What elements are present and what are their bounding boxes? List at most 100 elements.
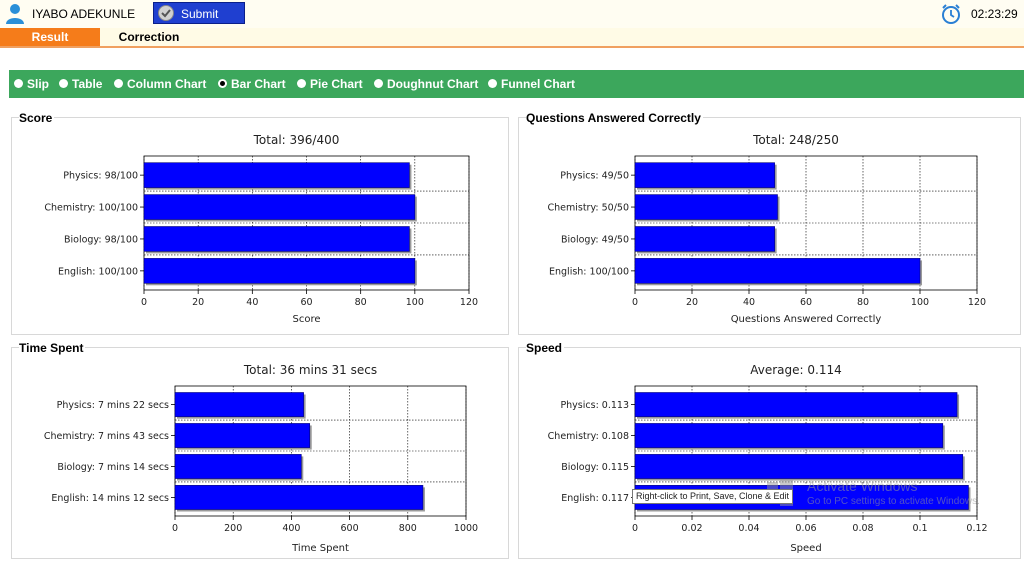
x-tick-label: 0.08 <box>852 523 873 534</box>
bar <box>634 392 958 417</box>
option-bar-chart[interactable]: Bar Chart <box>218 77 286 91</box>
y-category-label: Physics: 0.113 <box>560 400 629 411</box>
speed-panel: Speed Average: 0.114 0 0.02 0.04 0.06 0.08 0.1… <box>518 341 1021 559</box>
x-tick-label: 1000 <box>454 523 478 534</box>
bar <box>634 258 921 284</box>
x-tick-label: 20 <box>192 297 204 308</box>
radio-icon[interactable] <box>488 79 497 88</box>
questions-correct-bar-chart[interactable]: Total: 248/250 0 20 40 60 80 100 120 Physics: 49… <box>519 118 1020 334</box>
x-axis-label: Speed <box>790 543 821 554</box>
y-category-label: Chemistry: 7 mins 43 secs <box>44 431 169 442</box>
chart-context-tooltip: Right-click to Print, Save, Clone & Edit <box>632 489 793 504</box>
panel-title: Questions Answered Correctly <box>526 111 703 125</box>
time-spent-panel: Time Spent Total: 36 mins 31 secs 0 200 400… <box>11 341 509 559</box>
user-avatar-icon <box>6 4 24 24</box>
chart-title: Total: 248/250 <box>752 133 839 147</box>
radio-icon[interactable] <box>374 79 383 88</box>
bar <box>143 194 416 220</box>
x-tick-label: 800 <box>399 523 417 534</box>
y-category-label: Physics: 7 mins 22 secs <box>57 400 169 411</box>
x-tick-label: 120 <box>460 297 478 308</box>
x-tick-label: 0 <box>632 297 638 308</box>
bar <box>634 162 775 188</box>
watermark-title: Activate Windows <box>807 478 918 494</box>
score-bar-chart[interactable]: Total: 396/400 0 20 40 60 80 100 120 Physics: 98… <box>12 118 508 334</box>
panel-title: Time Spent <box>19 341 86 355</box>
tab-correction[interactable]: Correction <box>100 28 198 46</box>
x-tick-label: 20 <box>686 297 698 308</box>
time-spent-bar-chart[interactable]: Total: 36 mins 31 secs 0 200 400 600 800 1000 P… <box>12 348 508 558</box>
speed-bar-chart[interactable]: Average: 0.114 0 0.02 0.04 0.06 0.08 0.1 0.12 Ph… <box>519 348 1020 558</box>
x-tick-label: 400 <box>282 523 300 534</box>
bar <box>634 454 964 479</box>
y-category-label: English: 14 mins 12 secs <box>51 493 169 504</box>
watermark-subtitle: Go to PC settings to activate Windows. <box>807 496 980 507</box>
x-tick-label: 200 <box>224 523 242 534</box>
y-category-label: Biology: 7 mins 14 secs <box>57 462 169 473</box>
option-funnel-chart[interactable]: Funnel Chart <box>488 77 575 91</box>
bar <box>174 423 311 448</box>
x-tick-label: 0 <box>172 523 178 534</box>
x-tick-label: 60 <box>300 297 312 308</box>
x-axis-label: Score <box>292 314 320 325</box>
radio-icon[interactable] <box>14 79 23 88</box>
bar <box>174 485 424 510</box>
y-category-label: Biology: 0.115 <box>561 462 629 473</box>
x-tick-label: 120 <box>968 297 986 308</box>
panel-title: Score <box>19 111 55 125</box>
submit-button[interactable]: Submit <box>153 2 245 24</box>
bar <box>143 258 416 284</box>
check-icon <box>158 5 174 21</box>
y-category-label: English: 100/100 <box>58 266 138 277</box>
bar <box>143 226 410 252</box>
x-tick-label: 100 <box>911 297 929 308</box>
y-category-label: Biology: 49/50 <box>561 234 629 245</box>
y-category-label: English: 0.117 <box>561 493 629 504</box>
tab-bar: Result Correction <box>0 28 1024 48</box>
y-category-label: Chemistry: 50/50 <box>547 203 629 214</box>
option-slip[interactable]: Slip <box>14 77 49 91</box>
questions-correct-panel: Questions Answered Correctly Total: 248/… <box>518 111 1021 335</box>
option-table[interactable]: Table <box>59 77 102 91</box>
x-tick-label: 100 <box>406 297 424 308</box>
x-tick-label: 80 <box>857 297 869 308</box>
x-tick-label: 60 <box>800 297 812 308</box>
y-category-label: Chemistry: 0.108 <box>548 431 629 442</box>
option-pie-chart[interactable]: Pie Chart <box>297 77 363 91</box>
panel-title: Speed <box>526 341 565 355</box>
chart-title: Total: 396/400 <box>253 133 340 147</box>
submit-label: Submit <box>181 7 219 21</box>
x-tick-label: 0 <box>141 297 147 308</box>
x-tick-label: 0.1 <box>912 523 927 534</box>
x-axis-label: Time Spent <box>291 543 349 554</box>
x-tick-label: 0.06 <box>795 523 816 534</box>
x-tick-label: 40 <box>246 297 258 308</box>
option-column-chart[interactable]: Column Chart <box>114 77 206 91</box>
bar <box>634 423 944 448</box>
radio-icon[interactable] <box>114 79 123 88</box>
bar <box>174 392 304 417</box>
chart-type-selector: Slip Table Column Chart Bar Chart Pie Ch… <box>9 70 1024 98</box>
user-name: IYABO ADEKUNLE <box>32 7 136 21</box>
x-tick-label: 80 <box>355 297 367 308</box>
radio-icon[interactable] <box>59 79 68 88</box>
chart-title: Average: 0.114 <box>750 363 842 377</box>
countdown-timer: 02:23:29 <box>971 7 1018 21</box>
y-category-label: Biology: 98/100 <box>64 234 138 245</box>
score-panel: Score Total: 396/400 0 20 40 60 80 100 120 Physi… <box>11 111 509 335</box>
y-category-label: Chemistry: 100/100 <box>44 203 138 214</box>
y-category-label: Physics: 49/50 <box>560 171 629 182</box>
bar <box>174 454 302 479</box>
alarm-clock-icon <box>942 4 960 24</box>
bar <box>634 194 778 220</box>
option-doughnut-chart[interactable]: Doughnut Chart <box>374 77 478 91</box>
x-tick-label: 40 <box>743 297 755 308</box>
x-axis-label: Questions Answered Correctly <box>731 314 882 325</box>
x-tick-label: 0 <box>632 523 638 534</box>
radio-selected-icon[interactable] <box>218 79 227 88</box>
x-tick-label: 600 <box>341 523 359 534</box>
chart-title: Total: 36 mins 31 secs <box>243 363 377 377</box>
bar <box>143 162 410 188</box>
tab-result[interactable]: Result <box>0 28 100 46</box>
radio-icon[interactable] <box>297 79 306 88</box>
